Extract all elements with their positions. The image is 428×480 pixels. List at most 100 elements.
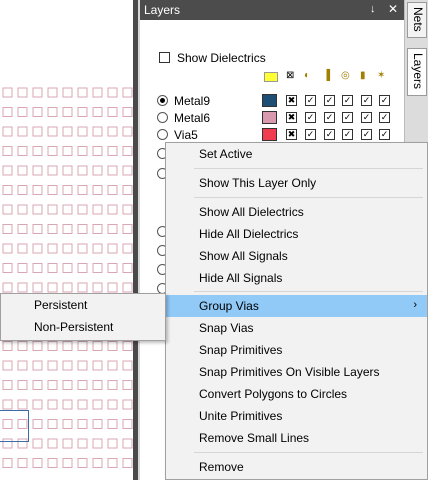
layer-toggle-checkbox[interactable]: ✓ [305,129,316,140]
via-pad [62,263,73,273]
menu-item-snap-vias[interactable]: Snap Vias [166,317,427,339]
via-pad [2,224,13,234]
menu-item-snap-primitives[interactable]: Snap Primitives [166,339,427,361]
tab-nets[interactable]: Nets [407,2,427,38]
via-pad [17,204,28,215]
via-pad [17,146,28,156]
layer-toggle-checkbox[interactable]: ✓ [379,95,390,106]
via-pad [107,360,118,371]
menu-item-group-vias[interactable]: Group Vias › [166,295,427,317]
menu-item-set-active[interactable]: Set Active [166,143,427,165]
layer-color-swatch[interactable] [262,111,277,124]
via-pad [2,263,13,273]
via-pad [32,263,43,273]
layer-toggle-checkbox[interactable]: ✓ [342,112,353,123]
layout-canvas[interactable] [0,0,133,480]
via-pad [2,399,13,410]
via-pad [62,399,73,410]
layer-toggle-checkbox[interactable]: ✓ [324,112,335,123]
menu-item-convert-polygons[interactable]: Convert Polygons to Circles [166,383,427,405]
layer-toggle-checkbox[interactable]: ✓ [361,95,372,106]
via-pad [32,380,43,390]
via-pad [77,282,88,293]
via-pad [77,399,88,410]
via-pad [62,165,73,176]
via-pad [32,87,43,98]
via-pad [92,380,103,390]
layer-active-radio[interactable] [157,95,168,106]
via-pad [62,419,73,429]
via-pad [77,380,88,390]
other-icon: ✶ [377,70,386,81]
tab-nets-label: Nets [411,7,425,32]
via-pad [62,341,73,351]
via-pad [32,165,43,176]
via-pad [107,185,118,195]
via-pad [47,380,58,390]
pin-icon[interactable]: ↓ [370,3,376,15]
menu-item-hide-all-signals[interactable]: Hide All Signals [166,267,427,289]
layer-active-radio[interactable] [157,112,168,123]
layer-toggle-checkbox[interactable]: ✓ [361,129,372,140]
via-pad [122,263,133,273]
show-dielectrics-label: Show Dielectrics [177,51,266,65]
via-pad [17,107,28,117]
via-pad [2,243,13,254]
layer-toggle-checkbox[interactable]: ✓ [342,95,353,106]
via-pad [62,204,73,215]
via-pad [77,419,88,429]
via-pad [2,380,13,390]
via-pad [107,263,118,273]
close-icon[interactable]: ✕ [388,2,398,16]
via-pad [47,204,58,215]
via-pad [47,243,58,254]
via-pad [17,399,28,410]
via-pad [17,165,28,176]
via-pad [47,107,58,117]
menu-item-hide-all-dielectrics[interactable]: Hide All Dielectrics [166,223,427,245]
via-pad [92,165,103,176]
via-pad [107,146,118,156]
via-pad [77,263,88,273]
menu-item-remove[interactable]: Remove [166,456,427,478]
menu-item-show-all-dielectrics[interactable]: Show All Dielectrics [166,201,427,223]
layer-toggle-checkbox[interactable]: ✖ [286,95,297,106]
layer-toggle-checkbox[interactable]: ✖ [286,112,297,123]
show-dielectrics-checkbox[interactable] [159,52,170,63]
menu-item-unite-primitives[interactable]: Unite Primitives [166,405,427,427]
trace-icon: ▐ [323,70,331,81]
layer-toggle-checkbox[interactable]: ✓ [379,112,390,123]
layer-toggle-checkbox[interactable]: ✓ [324,129,335,140]
layer-active-radio[interactable] [157,129,168,140]
via-pad [77,146,88,156]
menu-item-show-all-signals[interactable]: Show All Signals [166,245,427,267]
layer-color-swatch[interactable] [262,128,277,141]
menu-item-label: Show All Dielectrics [199,205,304,219]
menu-item-remove-small-lines[interactable]: Remove Small Lines [166,427,427,449]
submenu-item-non-persistent[interactable]: Non-Persistent [1,316,165,338]
layer-toggle-checkbox[interactable]: ✓ [305,95,316,106]
via-pad [2,87,13,98]
via-pad [77,360,88,371]
via-pad [122,107,133,117]
tab-layers[interactable]: Layers [407,48,427,96]
via-pad [77,243,88,254]
menu-item-snap-primitives-visible[interactable]: Snap Primitives On Visible Layers [166,361,427,383]
layer-toggle-checkbox[interactable]: ✖ [286,129,297,140]
submenu-item-label: Non-Persistent [34,320,114,334]
layer-toggle-checkbox[interactable]: ✓ [305,112,316,123]
menu-item-show-this-layer-only[interactable]: Show This Layer Only [166,172,427,194]
layer-toggle-checkbox[interactable]: ✓ [361,112,372,123]
layer-toggle-checkbox[interactable]: ✓ [342,129,353,140]
via-pad [92,204,103,215]
layer-toggle-checkbox[interactable]: ✓ [324,95,335,106]
submenu-item-persistent[interactable]: Persistent [1,294,165,316]
via-pad [17,360,28,371]
via-pad [77,438,88,449]
layer-color-swatch[interactable] [262,94,277,107]
layer-toggle-checkbox[interactable]: ✓ [379,129,390,140]
menu-item-label: Unite Primitives [199,409,283,423]
via-pad [122,360,133,371]
menu-item-label: Snap Primitives On Visible Layers [199,365,380,379]
via-pad [47,165,58,176]
